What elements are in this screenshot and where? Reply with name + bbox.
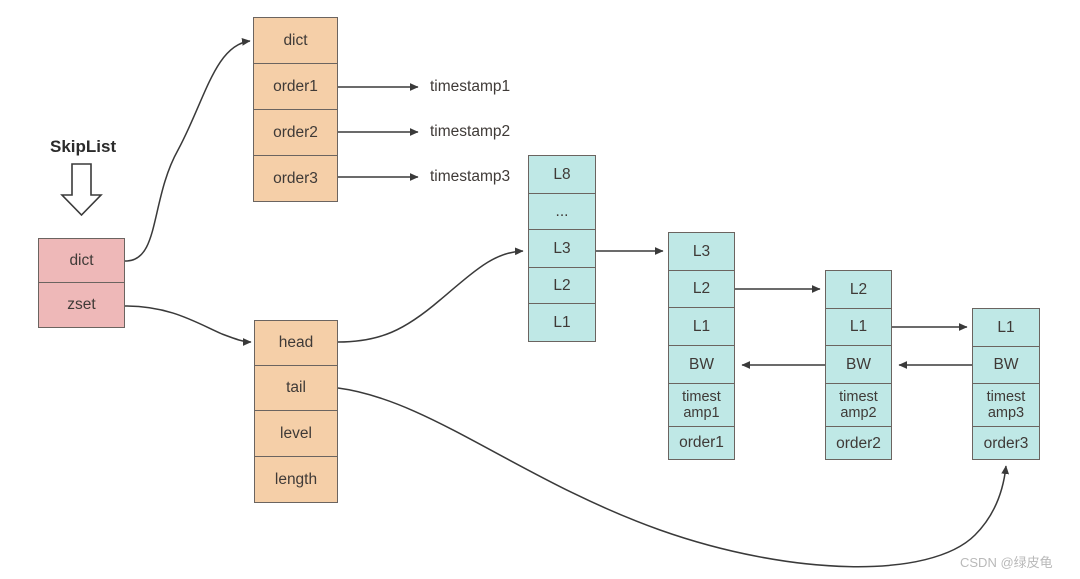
skiplist-node-3-box: L1 BW timest amp3 order3	[972, 308, 1040, 460]
node2-cell-bw[interactable]: BW	[826, 346, 891, 384]
dict-cell-order3[interactable]: order3	[254, 156, 337, 201]
zset-cell-level[interactable]: level	[255, 411, 337, 457]
skiplist-diagram: SkipList dict zset dict order1 order2 or…	[0, 0, 1080, 579]
dict-cell-dict[interactable]: dict	[254, 18, 337, 64]
zskiplist-header-box: head tail level length	[254, 320, 338, 503]
skiplist-root-box: dict zset	[38, 238, 125, 328]
label-timestamp1: timestamp1	[430, 78, 511, 95]
zset-cell-tail[interactable]: tail	[255, 365, 337, 412]
head-node-cell-ellipsis[interactable]: ...	[529, 193, 595, 231]
node2-cell-l2[interactable]: L2	[826, 271, 891, 309]
node1-cell-order[interactable]: order1	[669, 427, 734, 460]
zset-cell-head[interactable]: head	[255, 321, 337, 366]
skiplist-down-arrow-icon	[60, 163, 103, 217]
head-node-cell-l8[interactable]: L8	[529, 156, 595, 194]
root-cell-zset[interactable]: zset	[39, 283, 124, 327]
skiplist-node-2-box: L2 L1 BW timest amp2 order2	[825, 270, 892, 460]
node1-cell-l1[interactable]: L1	[669, 308, 734, 347]
node1-cell-timestamp[interactable]: timest amp1	[669, 383, 734, 428]
dict-table-box: dict order1 order2 order3	[253, 17, 338, 202]
label-timestamp2: timestamp2	[430, 123, 511, 140]
node2-cell-timestamp[interactable]: timest amp2	[826, 383, 891, 428]
node1-cell-bw[interactable]: BW	[669, 346, 734, 384]
node3-cell-bw[interactable]: BW	[973, 346, 1039, 384]
node1-cell-l3[interactable]: L3	[669, 233, 734, 271]
node1-cell-l2[interactable]: L2	[669, 270, 734, 309]
link-root-zset-to-zset-header	[124, 305, 252, 346]
head-node-cell-l1[interactable]: L1	[529, 304, 595, 341]
skiplist-head-node-box: L8 ... L3 L2 L1	[528, 155, 596, 342]
node2-cell-order[interactable]: order2	[826, 427, 891, 460]
node3-cell-order[interactable]: order3	[973, 427, 1039, 459]
skiplist-node-1-box: L3 L2 L1 BW timest amp1 order1	[668, 232, 735, 460]
node3-cell-l1[interactable]: L1	[973, 309, 1039, 347]
page-title: SkipList	[50, 137, 117, 156]
node3-cell-timestamp[interactable]: timest amp3	[973, 384, 1039, 428]
watermark: CSDN @绿皮龟	[960, 555, 1053, 570]
link-head-to-skiplist-head	[337, 247, 524, 343]
dict-cell-order2[interactable]: order2	[254, 110, 337, 156]
node2-cell-l1[interactable]: L1	[826, 308, 891, 347]
head-node-cell-l2[interactable]: L2	[529, 267, 595, 305]
root-cell-dict[interactable]: dict	[39, 239, 124, 284]
head-node-cell-l3[interactable]: L3	[529, 230, 595, 268]
zset-cell-length[interactable]: length	[255, 456, 337, 502]
label-timestamp3: timestamp3	[430, 168, 511, 185]
dict-cell-order1[interactable]: order1	[254, 64, 337, 110]
link-root-dict-to-dict-table	[124, 38, 251, 262]
